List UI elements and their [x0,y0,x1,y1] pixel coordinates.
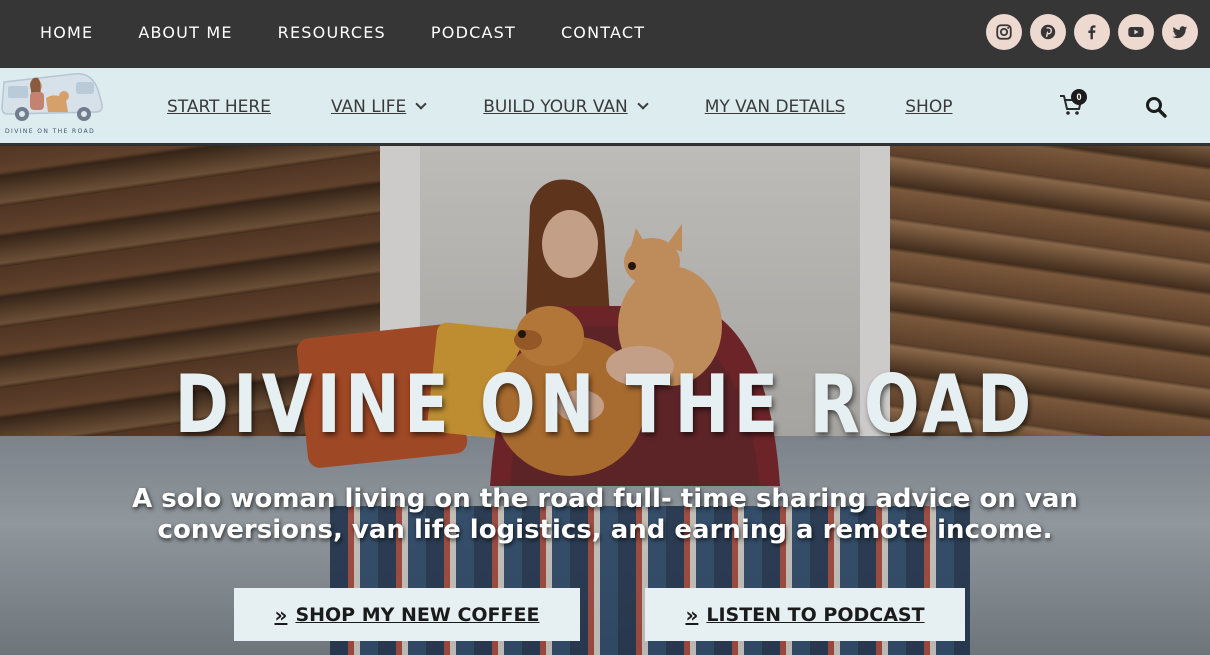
instagram-icon[interactable] [986,14,1022,50]
twitter-icon[interactable] [1162,14,1198,50]
shop-coffee-button-label: SHOP MY NEW COFFEE [295,603,540,626]
top-nav-podcast[interactable]: PODCAST [431,23,516,42]
top-bar: HOME ABOUT ME RESOURCES PODCAST CONTACT [0,0,1210,68]
social-links [986,14,1198,50]
menu-van-life[interactable]: VAN LIFE [330,96,427,117]
top-nav: HOME ABOUT ME RESOURCES PODCAST CONTACT [40,0,690,64]
menu-van-life-label: VAN LIFE [330,96,407,117]
menu-shop-label: SHOP [905,96,953,117]
chevron-down-icon [415,98,427,110]
site-logo[interactable]: DIVINE ON THE ROAD [0,68,108,138]
top-nav-contact[interactable]: CONTACT [561,23,645,42]
top-nav-resources[interactable]: RESOURCES [278,23,386,42]
menu-start-here-label: START HERE [167,96,271,117]
listen-podcast-button[interactable]: » LISTEN TO PODCAST [645,588,965,641]
menu-start-here[interactable]: START HERE [167,97,271,117]
menu-build-your-van[interactable]: BUILD YOUR VAN [483,96,649,117]
hero-subtitle: A solo woman living on the road full- ti… [132,484,1078,545]
top-nav-about-me[interactable]: ABOUT ME [138,23,232,42]
hero-banner: DIVINE ON THE ROAD A solo woman living o… [0,146,1210,655]
menu-my-van-details[interactable]: MY VAN DETAILS [705,97,846,117]
menu-my-van-details-label: MY VAN DETAILS [704,96,846,117]
main-nav: DIVINE ON THE ROAD START HERE VAN LIFE B… [0,68,1210,145]
double-chevron-right-icon: » [685,602,699,627]
double-chevron-right-icon: » [274,602,288,627]
listen-podcast-button-label: LISTEN TO PODCAST [706,603,925,626]
menu-build-your-van-label: BUILD YOUR VAN [483,96,628,117]
main-menu: START HERE VAN LIFE BUILD YOUR VAN MY VA… [167,68,952,145]
cart-count-badge: 0 [1071,89,1087,105]
chevron-down-icon [637,98,649,110]
logo-text: DIVINE ON THE ROAD [5,128,96,135]
menu-shop[interactable]: SHOP [905,97,952,117]
facebook-icon[interactable] [1074,14,1110,50]
hero-title: DIVINE ON THE ROAD [174,358,1036,451]
top-nav-home[interactable]: HOME [40,23,93,42]
youtube-icon[interactable] [1118,14,1154,50]
shop-coffee-button[interactable]: » SHOP MY NEW COFFEE [234,588,580,641]
pinterest-icon[interactable] [1030,14,1066,50]
logo-van-graphic [1,73,103,121]
search-icon[interactable] [1144,95,1168,119]
